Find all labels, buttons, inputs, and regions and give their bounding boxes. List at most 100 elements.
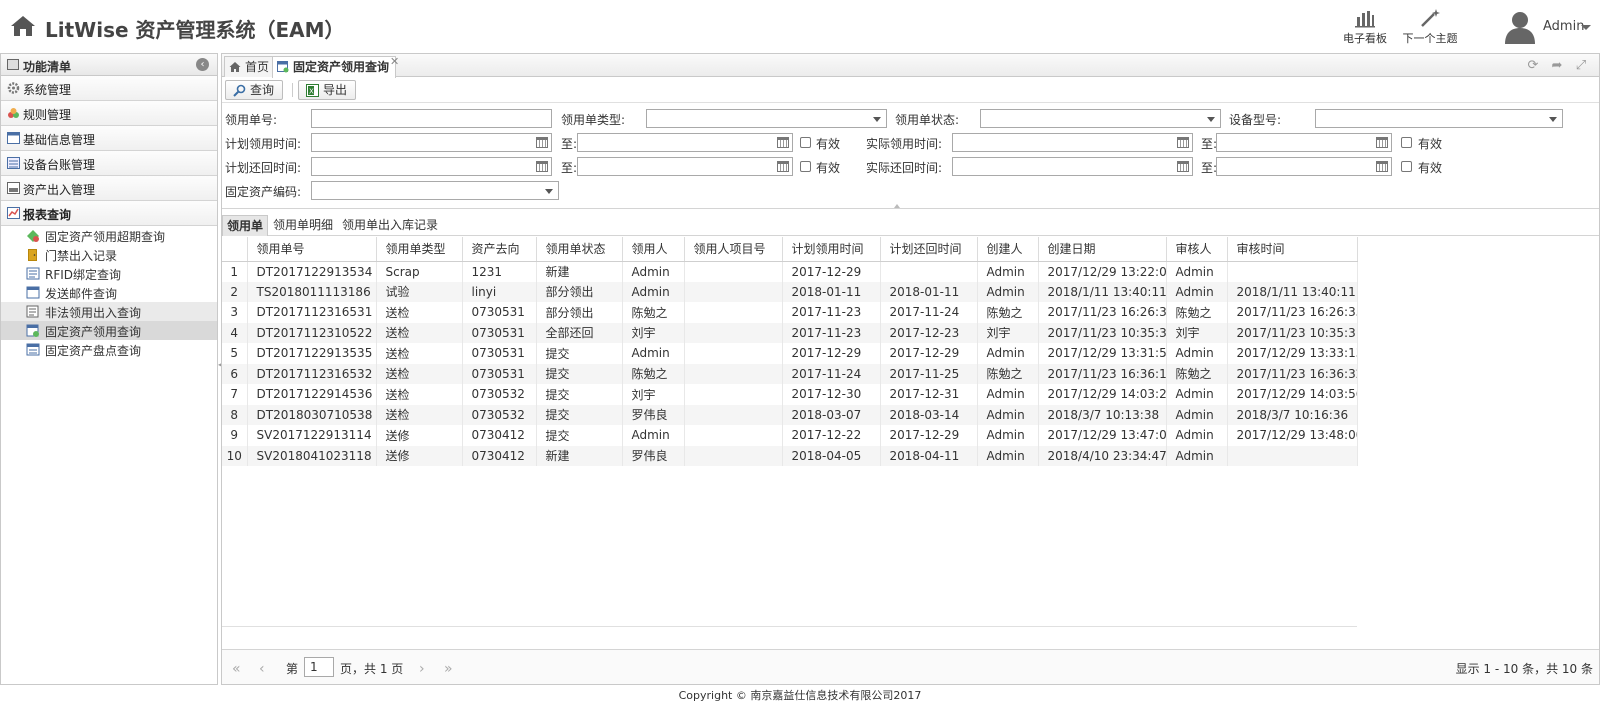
table-cell: DT2018030710538 [247,404,377,425]
plan-return-start-input[interactable] [311,157,552,176]
plan-borrow-end-input[interactable] [577,133,793,152]
first-page-icon[interactable]: « [232,661,241,677]
to-label: 至: [561,137,578,151]
calendar-icon[interactable] [1376,137,1388,148]
dashboard-button[interactable]: 电子看板 [1335,8,1395,46]
prev-page-icon[interactable]: ‹ [259,661,265,677]
collapse-icon[interactable]: ‹ [196,58,209,71]
sidebar-item-illegal-query[interactable]: 非法领用出入查询 [1,302,217,321]
table-cell: 2017-12-29 [880,343,978,364]
column-header[interactable]: 领用单类型 [376,237,463,262]
column-header[interactable]: 领用单号 [247,237,377,262]
sidebar-item-overdue-query[interactable]: 固定资产领用超期查询 [1,226,217,245]
sidebar: 功能清单 ‹ 系统管理 规则管理 基础信息管理 设备台账管理 资产出入管理 报表… [0,53,218,685]
report-icon [7,207,20,219]
order-no-input[interactable] [311,109,552,128]
subtab-io-records[interactable]: 领用单出入库记录 [338,215,442,236]
sidebar-item-system[interactable]: 系统管理 [1,76,217,101]
page-number-input[interactable]: 1 [304,657,334,677]
column-header[interactable]: 审核时间 [1227,237,1358,262]
next-theme-button[interactable]: 下一个主题 [1400,8,1460,46]
plan-borrow-time-label: 计划领用时间: [225,137,302,151]
table-row[interactable]: 7 DT2017122914536 送检 0730532 提交 刘宇 2017-12-30 2… [222,384,1358,405]
sidebar-item-inventory-query[interactable]: 固定资产盘点查询 [1,340,217,359]
table-row[interactable]: 5 DT2017122913535 送检 0730531 提交 Admin 2017-12-… [222,343,1358,364]
sidebar-item-door-records[interactable]: 门禁出入记录 [1,245,217,264]
table-row[interactable]: 4 DT2017112310522 送检 0730531 全部还回 刘宇 2017-11-2… [222,322,1358,343]
plan-return-end-input[interactable] [577,157,793,176]
fullscreen-icon[interactable]: ⤢ [1574,59,1588,73]
tab-home[interactable]: 首页 [224,56,277,77]
device-model-select[interactable] [1315,109,1563,128]
column-header[interactable]: 资产去向 [462,237,537,262]
column-header[interactable]: 创建人 [977,237,1039,262]
column-header[interactable]: 计划还回时间 [880,237,978,262]
next-page-icon[interactable]: › [419,661,425,677]
table-row[interactable]: 10 SV2018041023118 送修 0730412 新建 罗伟良 2018-04-0… [222,445,1358,466]
calendar-icon[interactable] [1376,161,1388,172]
column-header[interactable]: 计划领用时间 [782,237,881,262]
user-name[interactable]: Admin [1543,19,1584,34]
calendar-icon[interactable] [777,137,789,148]
table-row[interactable]: 6 DT2017112316532 送检 0730531 提交 陈勉之 2017-11-24… [222,363,1358,384]
calendar-icon[interactable] [1177,161,1189,172]
asset-query-icon [277,61,289,73]
sidebar-item-rfid-query[interactable]: RFID绑定查询 [1,264,217,283]
table-cell: 送检 [376,404,463,425]
chevron-down-icon[interactable] [1581,25,1591,30]
actual-borrow-end-input[interactable] [1216,133,1392,152]
calendar-icon[interactable] [536,161,548,172]
last-page-icon[interactable]: » [444,661,453,677]
forward-icon[interactable]: ➦ [1550,59,1564,73]
actual-borrow-valid-checkbox[interactable] [1401,137,1412,148]
sidebar-item-mail-query[interactable]: 发送邮件查询 [1,283,217,302]
table-row[interactable]: 9 SV2017122913114 送修 0730412 提交 Admin 2017-12-… [222,425,1358,446]
actual-return-start-input[interactable] [952,157,1193,176]
table-row[interactable]: 3 DT2017112316531 送检 0730531 部分领出 陈勉之 2017-11-… [222,302,1358,323]
sidebar-item-reports[interactable]: 报表查询 [1,201,217,226]
sub-tab-bar: 领用单 领用单明细 领用单出入库记录 [222,212,1599,236]
sidebar-item-asset-io[interactable]: 资产出入管理 [1,176,217,201]
refresh-icon[interactable]: ⟳ [1526,59,1540,73]
avatar[interactable] [1500,10,1540,44]
tab-asset-query[interactable]: 固定资产领用查询 [272,56,397,78]
actual-borrow-start-input[interactable] [952,133,1193,152]
table-row[interactable]: 1 DT2017122913534 Scrap 1231 新建 Admin 2017-12-… [222,261,1358,282]
plan-borrow-start-input[interactable] [311,133,552,152]
sidebar-item-asset-query[interactable]: 固定资产领用查询 [1,321,217,340]
calendar-icon[interactable] [777,161,789,172]
export-button[interactable]: X 导出 [298,80,357,100]
column-header[interactable]: 领用人项目号 [684,237,783,262]
sidebar-item-basic-info[interactable]: 基础信息管理 [1,126,217,151]
order-type-select[interactable] [646,109,887,128]
tab-bar: 首页 固定资产领用查询 ✕ ⟳ ➦ ⤢ [222,54,1599,78]
order-status-select[interactable] [980,109,1221,128]
sidebar-item-rules[interactable]: 规则管理 [1,101,217,126]
plan-return-valid-checkbox[interactable] [800,161,811,172]
table-cell: 2017/12/29 13:22:03 [1038,261,1167,282]
table-cell: 送修 [376,425,463,446]
table-row[interactable]: 2 TS2018011113186 试验 linyi 部分领出 Admin 2018-01-… [222,281,1358,302]
actual-return-end-input[interactable] [1216,157,1392,176]
column-header[interactable]: 领用人 [622,237,685,262]
actual-return-valid-checkbox[interactable] [1401,161,1412,172]
calendar-icon[interactable] [536,137,548,148]
column-header[interactable]: 创建日期 [1038,237,1167,262]
plan-borrow-valid-checkbox[interactable] [800,137,811,148]
column-header[interactable]: 审核人 [1166,237,1228,262]
table-cell: 2017/12/29 13:31:55 [1038,343,1167,364]
grid-scrollbar[interactable] [222,626,1357,627]
query-button[interactable]: 查询 [225,80,284,100]
subtab-orders[interactable]: 领用单 [222,215,269,236]
column-header[interactable]: 领用单状态 [536,237,623,262]
close-icon[interactable]: ✕ [390,55,399,68]
subtab-order-details[interactable]: 领用单明细 [269,215,337,236]
sidebar-item-ledger[interactable]: 设备台账管理 [1,151,217,176]
table-cell: 2018-01-11 [880,281,978,302]
table-row[interactable]: 8 DT2018030710538 送检 0730532 提交 罗伟良 2018-03-07… [222,404,1358,425]
calendar-icon[interactable] [1177,137,1189,148]
home-icon[interactable] [10,15,36,37]
collapse-filter-icon[interactable] [894,204,900,208]
table-cell: 罗伟良 [622,404,685,425]
asset-code-select[interactable] [311,181,559,200]
